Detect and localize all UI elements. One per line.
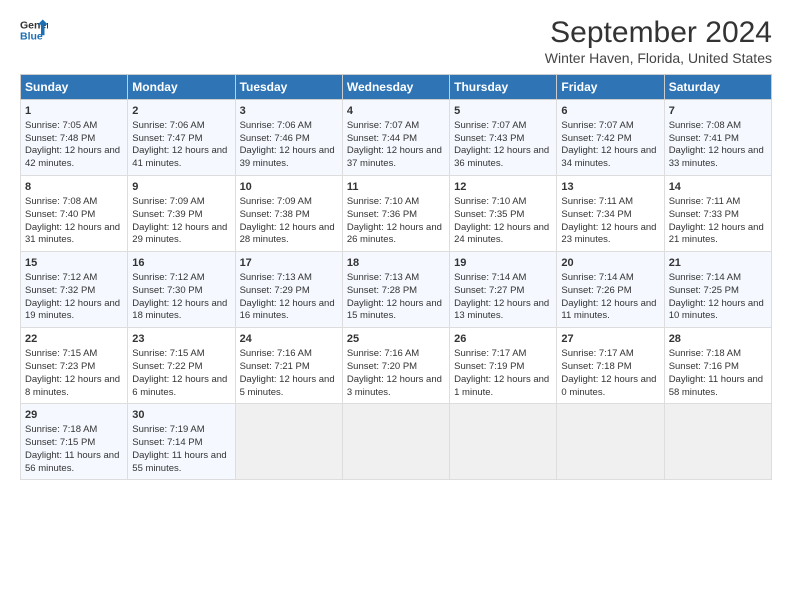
calendar-cell: 2Sunrise: 7:06 AMSunset: 7:47 PMDaylight… — [128, 100, 235, 176]
calendar-row: 15Sunrise: 7:12 AMSunset: 7:32 PMDayligh… — [21, 252, 772, 328]
day-header: Tuesday — [235, 75, 342, 100]
calendar-cell — [664, 404, 771, 480]
day-header: Friday — [557, 75, 664, 100]
calendar-cell: 19Sunrise: 7:14 AMSunset: 7:27 PMDayligh… — [450, 252, 557, 328]
header: General Blue September 2024 Winter Haven… — [20, 16, 772, 66]
header-row: SundayMondayTuesdayWednesdayThursdayFrid… — [21, 75, 772, 100]
calendar-row: 22Sunrise: 7:15 AMSunset: 7:23 PMDayligh… — [21, 328, 772, 404]
svg-text:Blue: Blue — [20, 31, 43, 43]
calendar-cell — [235, 404, 342, 480]
calendar-cell: 18Sunrise: 7:13 AMSunset: 7:28 PMDayligh… — [342, 252, 449, 328]
calendar-cell: 6Sunrise: 7:07 AMSunset: 7:42 PMDaylight… — [557, 100, 664, 176]
calendar-cell: 22Sunrise: 7:15 AMSunset: 7:23 PMDayligh… — [21, 328, 128, 404]
calendar-cell — [342, 404, 449, 480]
calendar-cell — [557, 404, 664, 480]
calendar-cell: 4Sunrise: 7:07 AMSunset: 7:44 PMDaylight… — [342, 100, 449, 176]
logo-icon: General Blue — [20, 16, 48, 44]
day-header: Monday — [128, 75, 235, 100]
calendar-cell: 11Sunrise: 7:10 AMSunset: 7:36 PMDayligh… — [342, 176, 449, 252]
calendar-cell: 5Sunrise: 7:07 AMSunset: 7:43 PMDaylight… — [450, 100, 557, 176]
page: General Blue September 2024 Winter Haven… — [0, 0, 792, 612]
calendar-cell: 13Sunrise: 7:11 AMSunset: 7:34 PMDayligh… — [557, 176, 664, 252]
title-block: September 2024 Winter Haven, Florida, Un… — [545, 16, 772, 66]
day-header: Saturday — [664, 75, 771, 100]
calendar-cell: 24Sunrise: 7:16 AMSunset: 7:21 PMDayligh… — [235, 328, 342, 404]
calendar-row: 29Sunrise: 7:18 AMSunset: 7:15 PMDayligh… — [21, 404, 772, 480]
calendar-cell: 16Sunrise: 7:12 AMSunset: 7:30 PMDayligh… — [128, 252, 235, 328]
calendar-cell: 28Sunrise: 7:18 AMSunset: 7:16 PMDayligh… — [664, 328, 771, 404]
calendar-cell: 8Sunrise: 7:08 AMSunset: 7:40 PMDaylight… — [21, 176, 128, 252]
calendar-cell: 30Sunrise: 7:19 AMSunset: 7:14 PMDayligh… — [128, 404, 235, 480]
calendar-row: 8Sunrise: 7:08 AMSunset: 7:40 PMDaylight… — [21, 176, 772, 252]
calendar-table: SundayMondayTuesdayWednesdayThursdayFrid… — [20, 74, 772, 480]
calendar-cell: 10Sunrise: 7:09 AMSunset: 7:38 PMDayligh… — [235, 176, 342, 252]
calendar-cell — [450, 404, 557, 480]
calendar-cell: 7Sunrise: 7:08 AMSunset: 7:41 PMDaylight… — [664, 100, 771, 176]
calendar-cell: 20Sunrise: 7:14 AMSunset: 7:26 PMDayligh… — [557, 252, 664, 328]
calendar-cell: 15Sunrise: 7:12 AMSunset: 7:32 PMDayligh… — [21, 252, 128, 328]
calendar-cell: 9Sunrise: 7:09 AMSunset: 7:39 PMDaylight… — [128, 176, 235, 252]
calendar-cell: 27Sunrise: 7:17 AMSunset: 7:18 PMDayligh… — [557, 328, 664, 404]
calendar-cell: 12Sunrise: 7:10 AMSunset: 7:35 PMDayligh… — [450, 176, 557, 252]
calendar-cell: 14Sunrise: 7:11 AMSunset: 7:33 PMDayligh… — [664, 176, 771, 252]
calendar-cell: 3Sunrise: 7:06 AMSunset: 7:46 PMDaylight… — [235, 100, 342, 176]
logo: General Blue — [20, 16, 48, 44]
day-header: Sunday — [21, 75, 128, 100]
calendar-cell: 17Sunrise: 7:13 AMSunset: 7:29 PMDayligh… — [235, 252, 342, 328]
day-header: Wednesday — [342, 75, 449, 100]
subtitle: Winter Haven, Florida, United States — [545, 50, 772, 66]
calendar-cell: 21Sunrise: 7:14 AMSunset: 7:25 PMDayligh… — [664, 252, 771, 328]
calendar-cell: 1Sunrise: 7:05 AMSunset: 7:48 PMDaylight… — [21, 100, 128, 176]
calendar-cell: 25Sunrise: 7:16 AMSunset: 7:20 PMDayligh… — [342, 328, 449, 404]
calendar-cell: 29Sunrise: 7:18 AMSunset: 7:15 PMDayligh… — [21, 404, 128, 480]
main-title: September 2024 — [545, 16, 772, 50]
day-header: Thursday — [450, 75, 557, 100]
calendar-row: 1Sunrise: 7:05 AMSunset: 7:48 PMDaylight… — [21, 100, 772, 176]
calendar-cell: 23Sunrise: 7:15 AMSunset: 7:22 PMDayligh… — [128, 328, 235, 404]
calendar-cell: 26Sunrise: 7:17 AMSunset: 7:19 PMDayligh… — [450, 328, 557, 404]
